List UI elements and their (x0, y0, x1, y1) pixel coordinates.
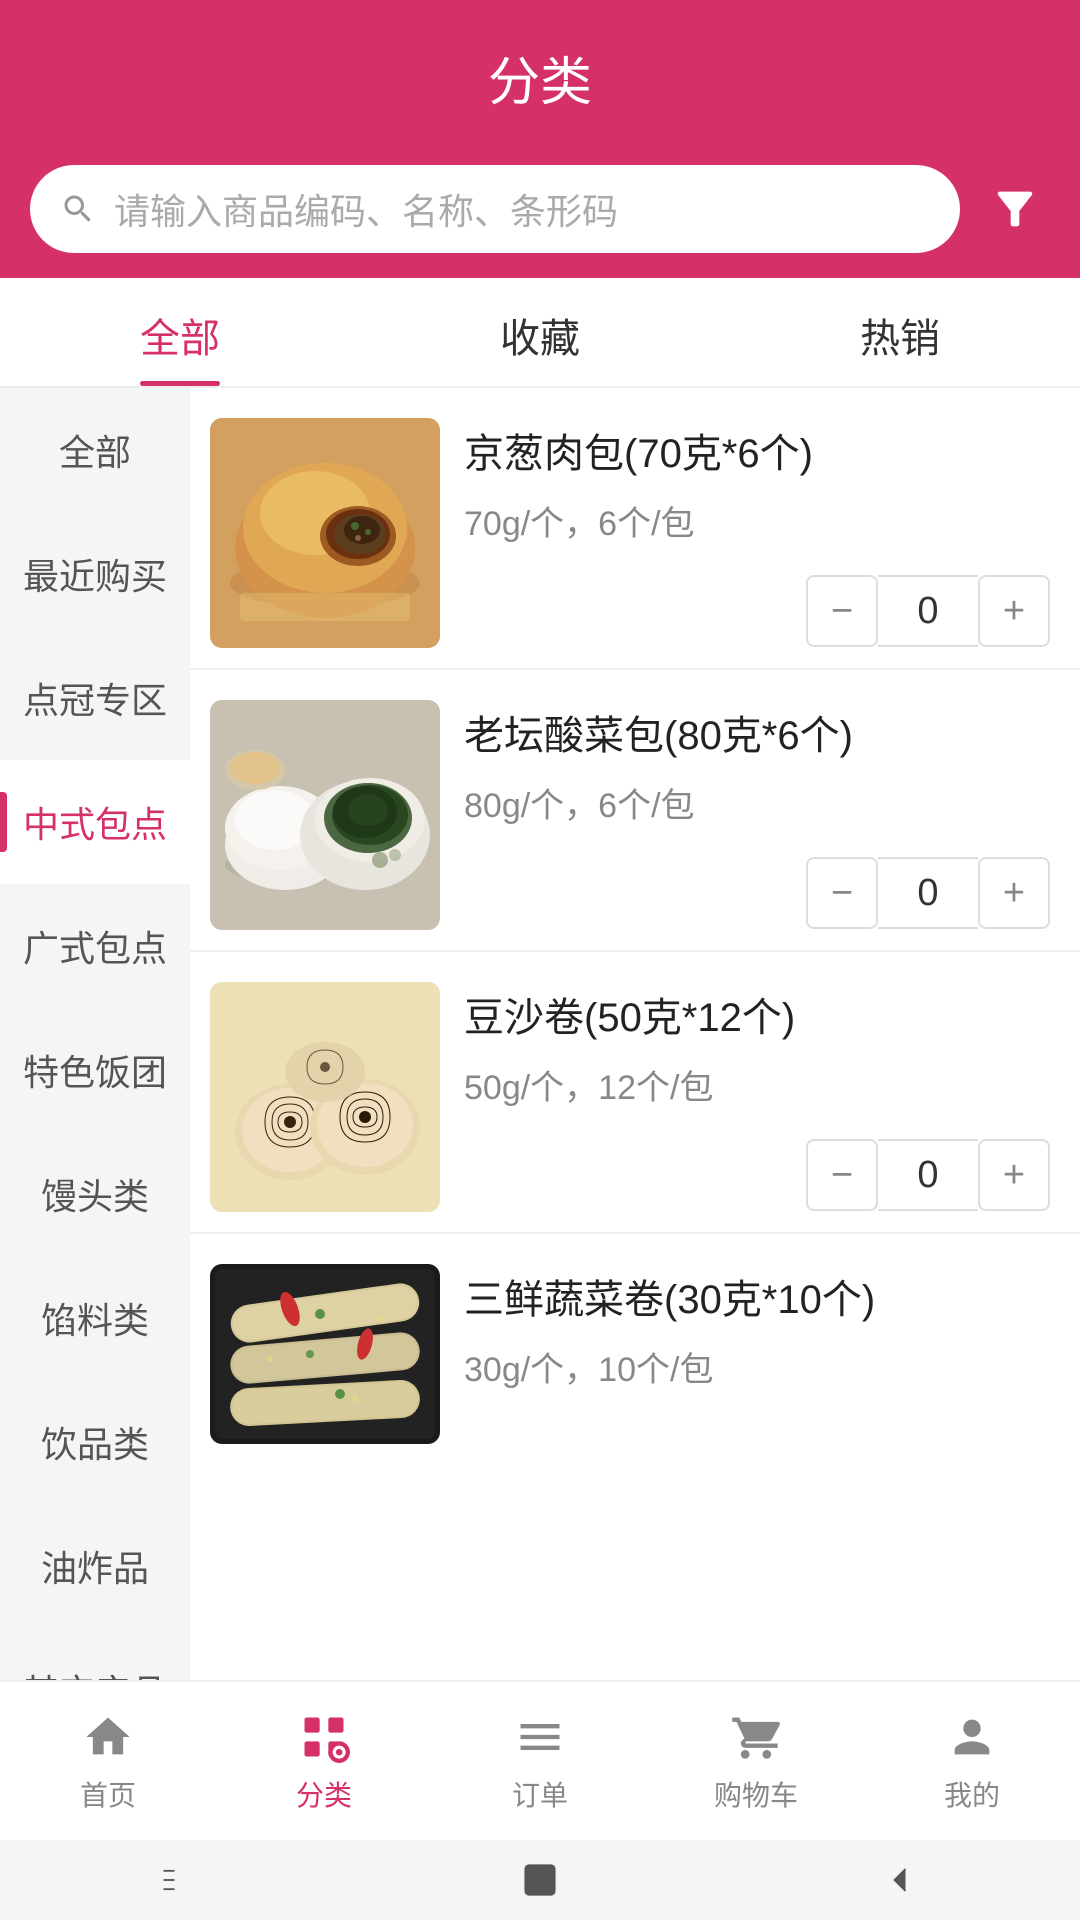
sidebar-item-rice-ball[interactable]: 特色饭团 (0, 1008, 190, 1132)
nav-profile[interactable]: 我的 (864, 1682, 1080, 1840)
product-spec: 30g/个，10个/包 (464, 1342, 1050, 1391)
sidebar-item-cantonese-buns[interactable]: 广式包点 (0, 884, 190, 1008)
product-info: 豆沙卷(50克*12个) 50g/个，12个/包 − 0 + (440, 982, 1050, 1211)
quantity-control: − 0 + (464, 575, 1050, 647)
filter-icon (989, 183, 1041, 235)
product-image-vegbun (210, 700, 440, 930)
main-content: 全部 最近购买 点冠专区 中式包点 广式包点 特色饭团 馒头类 馅料类 饮品类 … (0, 388, 1080, 1680)
tab-all[interactable]: 全部 (0, 278, 360, 386)
list-icon (511, 1708, 569, 1766)
decrease-button[interactable]: − (806, 857, 878, 929)
product-image-roll (210, 982, 440, 1212)
sidebar-item-diguan[interactable]: 点冠专区 (0, 636, 190, 760)
nav-categories[interactable]: 分类 (216, 1682, 432, 1840)
back-button[interactable] (870, 1850, 930, 1910)
product-name: 三鲜蔬菜卷(30克*10个) (464, 1274, 1050, 1326)
page-title: 分类 (0, 40, 1080, 115)
sidebar-item-others[interactable]: 其它产品 (0, 1628, 190, 1680)
product-info: 三鲜蔬菜卷(30克*10个) 30g/个，10个/包 (440, 1264, 1050, 1391)
nav-home[interactable]: 首页 (0, 1682, 216, 1840)
nav-orders[interactable]: 订单 (432, 1682, 648, 1840)
search-icon (60, 191, 96, 227)
tab-favorites[interactable]: 收藏 (360, 278, 720, 386)
search-placeholder: 请输入商品编码、名称、条形码 (114, 183, 618, 235)
quantity-value: 0 (878, 575, 978, 647)
home-icon (79, 1708, 137, 1766)
increase-button[interactable]: + (978, 857, 1050, 929)
search-bar: 请输入商品编码、名称、条形码 (0, 145, 1080, 278)
quantity-value: 0 (878, 857, 978, 929)
decrease-button[interactable]: − (806, 575, 878, 647)
nav-orders-label: 订单 (512, 1774, 568, 1814)
nav-categories-label: 分类 (296, 1774, 352, 1814)
nav-profile-label: 我的 (944, 1774, 1000, 1814)
product-name: 豆沙卷(50克*12个) (464, 992, 1050, 1044)
tab-bar: 全部 收藏 热销 (0, 278, 1080, 388)
product-image (210, 418, 440, 648)
search-input-wrap[interactable]: 请输入商品编码、名称、条形码 (30, 165, 960, 253)
quantity-control: − 0 + (464, 857, 1050, 929)
tab-hot[interactable]: 热销 (720, 278, 1080, 386)
product-item: 老坛酸菜包(80克*6个) 80g/个，6个/包 − 0 + (190, 670, 1080, 952)
product-image (210, 982, 440, 1212)
product-spec: 50g/个，12个/包 (464, 1060, 1050, 1109)
person-icon (943, 1708, 1001, 1766)
product-image-bun (210, 418, 440, 648)
product-item: 三鲜蔬菜卷(30克*10个) 30g/个，10个/包 (190, 1234, 1080, 1464)
menu-button[interactable] (150, 1850, 210, 1910)
quantity-control: − 0 + (464, 1139, 1050, 1211)
system-bar (0, 1840, 1080, 1920)
product-image (210, 700, 440, 930)
product-info: 京葱肉包(70克*6个) 70g/个，6个/包 − 0 + (440, 418, 1050, 647)
sidebar-item-chinese-buns[interactable]: 中式包点 (0, 760, 190, 884)
product-item: 豆沙卷(50克*12个) 50g/个，12个/包 − 0 + (190, 952, 1080, 1234)
product-spec: 70g/个，6个/包 (464, 496, 1050, 545)
header: 分类 (0, 0, 1080, 145)
grid-icon (295, 1708, 353, 1766)
cart-icon (727, 1708, 785, 1766)
quantity-value: 0 (878, 1139, 978, 1211)
product-name: 京葱肉包(70克*6个) (464, 428, 1050, 480)
product-item: 京葱肉包(70克*6个) 70g/个，6个/包 − 0 + (190, 388, 1080, 670)
sidebar-item-fried[interactable]: 油炸品 (0, 1504, 190, 1628)
nav-cart[interactable]: 购物车 (648, 1682, 864, 1840)
increase-button[interactable]: + (978, 1139, 1050, 1211)
sidebar-item-all[interactable]: 全部 (0, 388, 190, 512)
product-info: 老坛酸菜包(80克*6个) 80g/个，6个/包 − 0 + (440, 700, 1050, 929)
sidebar-item-filling[interactable]: 馅料类 (0, 1256, 190, 1380)
product-list: 京葱肉包(70克*6个) 70g/个，6个/包 − 0 + (190, 388, 1080, 1680)
nav-cart-label: 购物车 (714, 1774, 798, 1814)
home-button[interactable] (510, 1850, 570, 1910)
decrease-button[interactable]: − (806, 1139, 878, 1211)
sidebar-item-mantou[interactable]: 馒头类 (0, 1132, 190, 1256)
sidebar-item-recent[interactable]: 最近购买 (0, 512, 190, 636)
increase-button[interactable]: + (978, 575, 1050, 647)
product-image-springroll (210, 1264, 440, 1444)
product-name: 老坛酸菜包(80克*6个) (464, 710, 1050, 762)
category-sidebar: 全部 最近购买 点冠专区 中式包点 广式包点 特色饭团 馒头类 馅料类 饮品类 … (0, 388, 190, 1680)
filter-button[interactable] (980, 174, 1050, 244)
nav-home-label: 首页 (80, 1774, 136, 1814)
sidebar-item-drinks[interactable]: 饮品类 (0, 1380, 190, 1504)
product-spec: 80g/个，6个/包 (464, 778, 1050, 827)
product-image (210, 1264, 440, 1444)
bottom-navigation: 首页 分类 订单 (0, 1680, 1080, 1840)
